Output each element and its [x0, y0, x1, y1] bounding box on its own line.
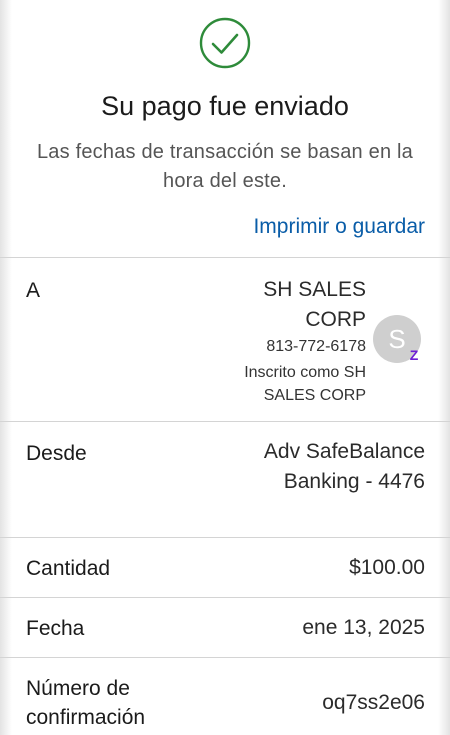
amount-label: Cantidad — [26, 557, 111, 580]
print-or-save-link[interactable]: Imprimir o guardar — [253, 215, 425, 239]
confirmation-number: oq7ss2e06 — [322, 691, 425, 714]
divider — [0, 257, 450, 258]
divider — [0, 657, 450, 658]
divider — [0, 537, 450, 538]
recipient-enrolled-as: Inscrito como SH SALES CORP — [244, 364, 366, 404]
recipient-phone: 813-772-6178 — [266, 338, 366, 355]
date-label: Fecha — [26, 617, 85, 640]
from-account: Adv SafeBalance Banking - 4476 — [263, 440, 425, 493]
divider — [0, 421, 450, 422]
from-label: Desde — [26, 442, 87, 465]
timezone-note: Las fechas de transacción se basan en la… — [36, 141, 414, 192]
confirmation-label: Número de confirmación — [26, 677, 146, 729]
divider — [0, 597, 450, 598]
check-circle-icon — [199, 17, 251, 69]
payment-confirmation-screen: Su pago fue enviado Las fechas de transa… — [0, 0, 450, 735]
recipient-name: SH SALES CORP — [263, 278, 366, 331]
date-value: ene 13, 2025 — [302, 616, 425, 639]
page-title: Su pago fue enviado — [101, 91, 349, 121]
zelle-icon: Z — [409, 347, 419, 363]
to-label: A — [26, 279, 41, 302]
amount-value: $100.00 — [349, 556, 425, 579]
